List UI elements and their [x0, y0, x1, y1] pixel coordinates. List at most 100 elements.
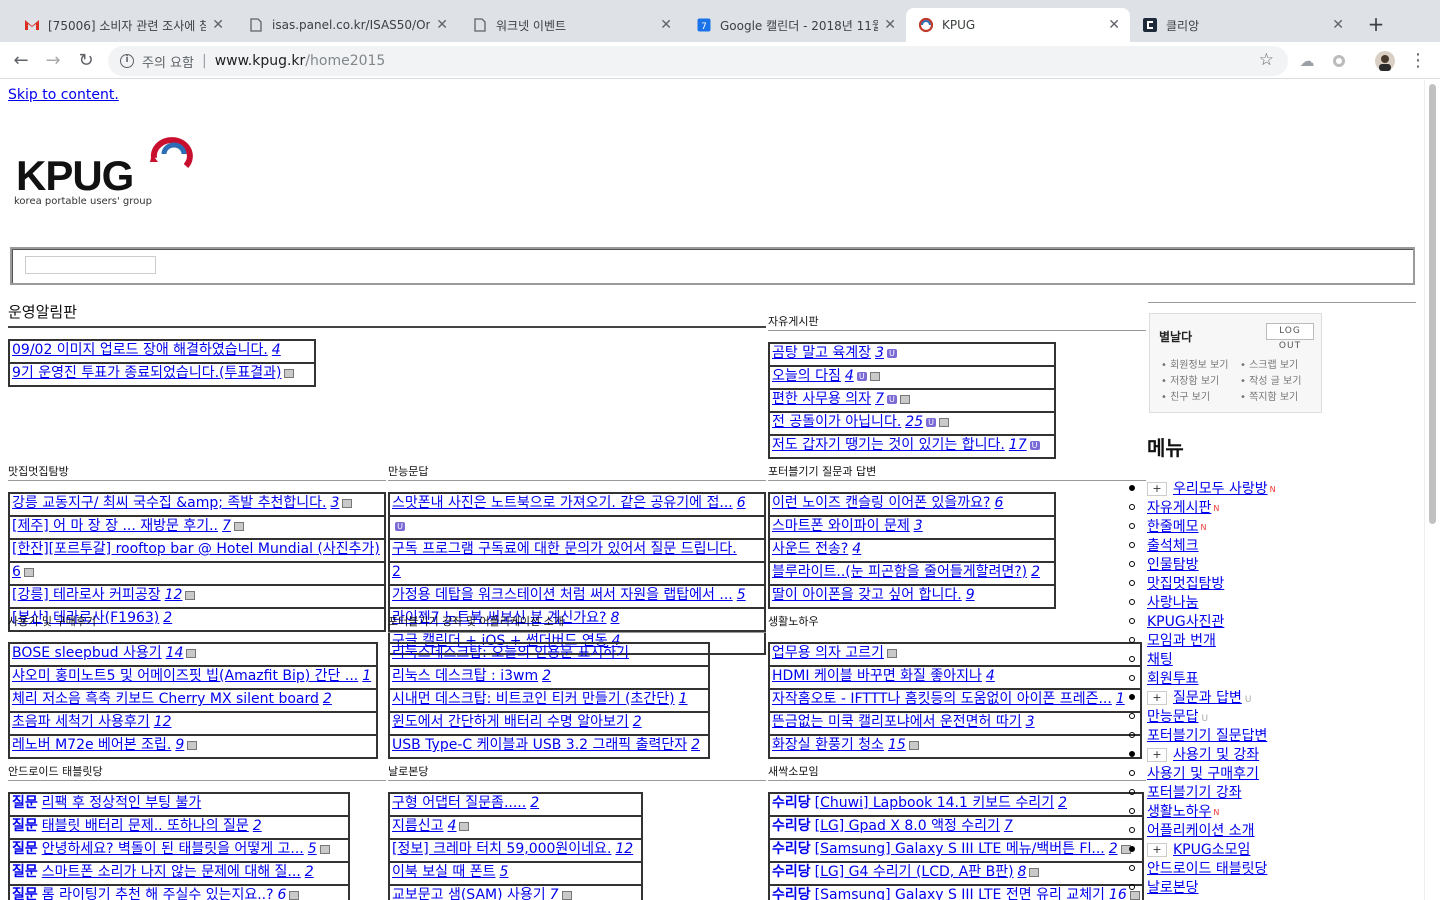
menu-link[interactable]: 포터블기기 강좌 [1147, 785, 1242, 801]
menu-link[interactable]: 한줄메모 [1147, 519, 1199, 535]
post-link[interactable]: 저도 갑자기 땡기는 것이 있기는 합니다. 17 [772, 437, 1027, 453]
category-label[interactable]: 질문 [12, 864, 38, 880]
info-icon[interactable]: i [120, 54, 134, 68]
search-input[interactable] [25, 256, 156, 274]
menu-item[interactable]: 포터블기기 강좌 [1125, 784, 1385, 803]
menu-item[interactable]: 출석체크 [1125, 537, 1385, 556]
new-tab-button[interactable]: + [1364, 12, 1388, 36]
post-link[interactable]: USB Type-C 케이블과 USB 3.2 그래픽 출력단자 2 [392, 737, 700, 753]
menu-item[interactable]: 날로본당 [1125, 879, 1385, 898]
post-link[interactable]: 구형 어댑터 질문좀..... 2 [392, 795, 539, 811]
menu-item[interactable]: 만능문답 U [1125, 708, 1385, 727]
category-label[interactable]: 수리당 [772, 864, 811, 880]
post-link[interactable]: 교보문고 샘(SAM) 사용기 7 [392, 887, 559, 900]
menu-item[interactable]: + 우리모두 사랑방 N [1125, 480, 1385, 499]
post-link[interactable]: 구독 프로그램 구독료에 대한 문의가 있어서 질문 드립니다. [392, 541, 737, 557]
extension-circle-icon[interactable] [1326, 48, 1352, 74]
member-info-link[interactable]: • 회원정보 보기 [1161, 356, 1228, 371]
category-label[interactable]: 질문 [12, 818, 38, 834]
post-link[interactable]: [제주] 어 마 장 장 ... 재방문 후기.. 7 [12, 518, 231, 534]
menu-link[interactable]: 질문과 답변 [1173, 690, 1242, 706]
menu-link[interactable]: 포터블기기 질문답변 [1147, 728, 1267, 744]
browser-tab[interactable]: isas.panel.co.kr/ISAS50/On/ ✕ [236, 8, 458, 42]
menu-link[interactable]: 자유게시판 [1147, 500, 1211, 516]
post-link[interactable]: 가정용 데탑을 워크스테이션 처럼 써서 자원을 랩탑에서 ... 5 [392, 587, 746, 603]
kpug-logo[interactable]: KPUG korea portable users' group [14, 132, 204, 212]
post-link[interactable]: [정보] 크레마 터치 59,000원이네요. 12 [392, 841, 633, 857]
post-link[interactable]: 윈도에서 간단하게 배터리 수명 알아보기 2 [392, 714, 642, 730]
browser-tab-active[interactable]: KPUG ✕ [906, 8, 1130, 42]
post-link[interactable]: 지름신고 4 [392, 818, 456, 834]
browser-tab[interactable]: [75006] 소비자 관련 조사에 참여 ✕ [12, 8, 234, 42]
post-link[interactable]: 자작홈오토 - IFTTT나 홈킷등의 도움없이 아이폰 프레즌... 1 [772, 691, 1125, 707]
menu-item[interactable]: 회원투표 [1125, 670, 1385, 689]
post-link[interactable]: 9기 운영진 투표가 종료되었습니다.(투표결과) [12, 365, 281, 381]
post-link[interactable]: 이북 보실 때 폰트 5 [392, 864, 508, 880]
post-link[interactable]: 6 [12, 564, 21, 580]
post-link[interactable]: 딸이 아이폰을 갖고 싶어 합니다. 9 [772, 587, 975, 603]
messages-link[interactable]: • 쪽지함 보기 [1240, 388, 1298, 403]
post-link[interactable]: 편한 사무용 의자 7 [772, 391, 884, 407]
post-link[interactable]: [LG] G4 수리기 (LCD, A판 B판) 8 [815, 864, 1027, 880]
post-link[interactable]: [Chuwi] Lapbook 14.1 키보드 수리기 2 [815, 795, 1067, 811]
menu-item[interactable]: + 질문과 답변 U [1125, 689, 1385, 708]
menu-link[interactable]: KPUG사진관 [1147, 614, 1224, 630]
kebab-menu-icon[interactable]: ⋮ [1405, 48, 1431, 74]
close-icon[interactable]: ✕ [884, 17, 896, 33]
expand-plus-icon[interactable]: + [1147, 482, 1167, 496]
avatar[interactable] [1372, 48, 1398, 74]
post-link[interactable]: 스마트폰 와이파이 문제 3 [772, 518, 923, 534]
menu-link[interactable]: 맛집멋집탐방 [1147, 576, 1224, 592]
post-link[interactable]: 사운드 전송? 4 [772, 541, 861, 557]
category-label[interactable]: 수리당 [772, 841, 811, 857]
menu-link[interactable]: 사용기 및 구매후기 [1147, 766, 1259, 782]
post-link[interactable]: HDMI 케이블 바꾸면 화질 좋아지나 4 [772, 668, 995, 684]
post-link[interactable]: [LG] Gpad X 8.0 액정 수리기 7 [815, 818, 1013, 834]
menu-item[interactable]: 포터블기기 질문답변 [1125, 727, 1385, 746]
back-arrow-icon[interactable]: ← [8, 48, 34, 74]
menu-item[interactable]: 채팅 [1125, 651, 1385, 670]
browser-tab[interactable]: 7 Google 캘린더 - 2018년 11월 ✕ [684, 8, 906, 42]
menu-link[interactable]: 사랑나눔 [1147, 595, 1199, 611]
post-link[interactable]: 롬 라이팅기 추천 해 주실수 있는지요..? 6 [42, 887, 287, 900]
close-icon[interactable]: ✕ [660, 17, 672, 33]
browser-tab[interactable]: 워크넷 이벤트 ✕ [460, 8, 682, 42]
menu-item[interactable]: 생활노하우 N [1125, 803, 1385, 822]
saved-link[interactable]: • 저장함 보기 [1161, 372, 1219, 387]
post-link[interactable]: [Samsung] Galaxy S III LTE 메뉴/백버튼 Fl... 2 [815, 841, 1118, 857]
menu-item[interactable]: 맛집멋집탐방 [1125, 575, 1385, 594]
post-link[interactable]: 리눅스데스크탑: 오늘의 인용문 표시하기 [392, 645, 629, 661]
category-label[interactable]: 수리당 [772, 887, 811, 900]
post-link[interactable]: 2 [392, 564, 401, 580]
post-link[interactable]: 이런 노이즈 캔슬링 이어폰 있을까요? 6 [772, 495, 1003, 511]
menu-item[interactable]: KPUG사진관 [1125, 613, 1385, 632]
post-link[interactable]: 리팩 후 정상적인 부팅 불가 [42, 795, 201, 811]
category-label[interactable]: 수리당 [772, 795, 811, 811]
post-link[interactable]: 강릉 교동지구/ 최씨 국수집 &amp; 족발 추천합니다. 3 [12, 495, 339, 511]
expand-plus-icon[interactable]: + [1147, 748, 1167, 762]
menu-item[interactable]: 한줄메모 N [1125, 518, 1385, 537]
menu-item[interactable]: 사용기 및 구매후기 [1125, 765, 1385, 784]
close-icon[interactable]: ✕ [1332, 17, 1344, 33]
post-link[interactable]: 뜬금없는 미쿡 캘리포냐에서 운전면허 따기 3 [772, 714, 1035, 730]
browser-tab[interactable]: 클리앙 ✕ [1130, 8, 1354, 42]
reload-icon[interactable]: ↻ [73, 48, 99, 74]
menu-link[interactable]: 날로본당 [1147, 880, 1199, 896]
vertical-scrollbar[interactable] [1424, 80, 1440, 900]
menu-item[interactable]: + KPUG소모임 [1125, 841, 1385, 860]
my-posts-link[interactable]: • 작성 글 보기 [1240, 372, 1301, 387]
post-link[interactable]: 태블릿 배터리 문제.. 또하나의 질문 2 [42, 818, 262, 834]
close-icon[interactable]: ✕ [1108, 17, 1120, 33]
menu-link[interactable]: 출석체크 [1147, 538, 1199, 554]
friends-link[interactable]: • 친구 보기 [1161, 388, 1210, 403]
menu-item[interactable]: 어플리케이션 소개 [1125, 822, 1385, 841]
menu-link[interactable]: 사용기 및 강좌 [1173, 747, 1259, 763]
menu-link[interactable]: 채팅 [1147, 652, 1173, 668]
post-link[interactable]: 업무용 의자 고르기 [772, 645, 884, 661]
category-label[interactable]: 질문 [12, 887, 38, 900]
scrap-link[interactable]: • 스크랩 보기 [1240, 356, 1298, 371]
expand-plus-icon[interactable]: + [1147, 691, 1167, 705]
menu-link[interactable]: 만능문답 [1147, 709, 1199, 725]
category-label[interactable]: 질문 [12, 841, 38, 857]
post-link[interactable]: 09/02 이미지 업로드 장애 해결하였습니다. 4 [12, 342, 281, 358]
